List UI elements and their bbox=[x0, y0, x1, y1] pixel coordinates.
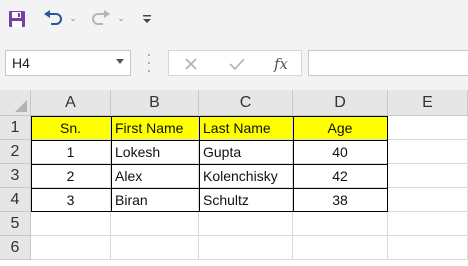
cell-a3[interactable]: 2 bbox=[31, 164, 111, 188]
cell-d3[interactable]: 42 bbox=[293, 164, 388, 188]
cancel-button[interactable] bbox=[179, 54, 203, 74]
redo-dropdown[interactable]: ⌄ bbox=[116, 7, 126, 31]
cell-e3[interactable] bbox=[388, 164, 468, 188]
save-button[interactable] bbox=[5, 7, 29, 31]
cell-d1[interactable]: Age bbox=[293, 116, 388, 140]
customize-toolbar-button[interactable] bbox=[140, 7, 154, 31]
drag-handle-icon[interactable] bbox=[146, 54, 152, 72]
cell-c4[interactable]: Schultz bbox=[199, 188, 293, 212]
column-header-d[interactable]: D bbox=[293, 90, 388, 116]
column-header-b[interactable]: B bbox=[111, 90, 199, 116]
cell-d4[interactable]: 38 bbox=[293, 188, 388, 212]
customize-icon bbox=[143, 15, 151, 23]
row-header-6[interactable]: 6 bbox=[0, 236, 31, 260]
cell-a1[interactable]: Sn. bbox=[31, 116, 111, 140]
redo-icon bbox=[92, 10, 110, 25]
cell-d2[interactable]: 40 bbox=[293, 140, 388, 164]
cell-e4[interactable] bbox=[388, 188, 468, 212]
row-header-5[interactable]: 5 bbox=[0, 212, 31, 236]
formula-buttons: fx bbox=[168, 50, 302, 76]
select-all-button[interactable] bbox=[0, 90, 31, 116]
row-header-2[interactable]: 2 bbox=[0, 140, 31, 164]
quick-access-toolbar: ⌄ ⌄ bbox=[0, 0, 468, 38]
sheet-grid: A B C D E 1 2 3 4 5 6 Sn. First Name Las… bbox=[0, 90, 468, 266]
check-icon bbox=[229, 58, 245, 71]
undo-button[interactable] bbox=[40, 7, 66, 31]
formula-input[interactable] bbox=[308, 50, 468, 76]
undo-icon bbox=[44, 10, 62, 25]
chevron-down-icon[interactable] bbox=[116, 59, 124, 65]
row-header-1[interactable]: 1 bbox=[0, 116, 31, 140]
chevron-down-icon: ⌄ bbox=[117, 14, 125, 24]
row-header-4[interactable]: 4 bbox=[0, 188, 31, 212]
cell-b4[interactable]: Biran bbox=[111, 188, 199, 212]
enter-button[interactable] bbox=[225, 54, 249, 74]
redo-button[interactable] bbox=[88, 7, 114, 31]
cell-c2[interactable]: Gupta bbox=[199, 140, 293, 164]
cell-a5[interactable] bbox=[31, 212, 111, 236]
cell-b1[interactable]: First Name bbox=[111, 116, 199, 140]
cell-a2[interactable]: 1 bbox=[31, 140, 111, 164]
cell-d5[interactable] bbox=[293, 212, 388, 236]
column-header-a[interactable]: A bbox=[31, 90, 111, 116]
cell-b6[interactable] bbox=[111, 236, 199, 260]
column-header-e[interactable]: E bbox=[388, 90, 468, 116]
cell-c3[interactable]: Kolenchisky bbox=[199, 164, 293, 188]
cell-a6[interactable] bbox=[31, 236, 111, 260]
column-header-c[interactable]: C bbox=[199, 90, 293, 116]
cell-e1[interactable] bbox=[388, 116, 468, 140]
cell-e6[interactable] bbox=[388, 236, 468, 260]
cell-b3[interactable]: Alex bbox=[111, 164, 199, 188]
insert-function-button[interactable]: fx bbox=[269, 54, 293, 74]
cell-a4[interactable]: 3 bbox=[31, 188, 111, 212]
cell-c1[interactable]: Last Name bbox=[199, 116, 293, 140]
undo-dropdown[interactable]: ⌄ bbox=[68, 7, 78, 31]
name-box-value: H4 bbox=[12, 55, 30, 71]
cell-e2[interactable] bbox=[388, 140, 468, 164]
cell-c6[interactable] bbox=[199, 236, 293, 260]
save-icon bbox=[9, 11, 25, 27]
cell-c5[interactable] bbox=[199, 212, 293, 236]
formula-bar: H4 fx bbox=[0, 38, 468, 90]
cell-e5[interactable] bbox=[388, 212, 468, 236]
chevron-down-icon: ⌄ bbox=[69, 14, 77, 24]
row-header-3[interactable]: 3 bbox=[0, 164, 31, 188]
cell-d6[interactable] bbox=[293, 236, 388, 260]
close-icon bbox=[185, 58, 197, 70]
cell-b2[interactable]: Lokesh bbox=[111, 140, 199, 164]
name-box[interactable]: H4 bbox=[5, 50, 131, 76]
cell-b5[interactable] bbox=[111, 212, 199, 236]
